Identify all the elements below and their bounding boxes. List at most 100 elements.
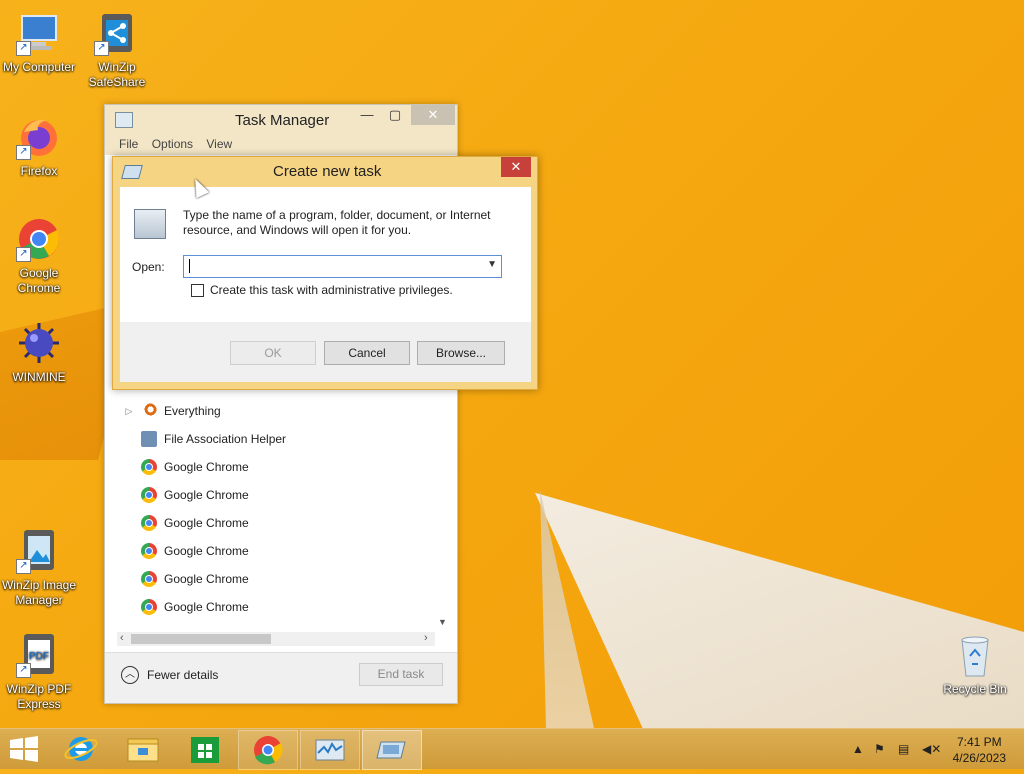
chrome-icon	[141, 599, 157, 615]
desktop-icon-winzip-pdf-express[interactable]: PDF ↗ WinZip PDF Express	[0, 632, 78, 712]
list-item[interactable]: Google Chrome	[117, 565, 447, 593]
show-hidden-icons-button[interactable]: ▲	[852, 742, 864, 756]
menu-bar: File Options View	[105, 133, 457, 155]
taskbar-store[interactable]	[176, 730, 234, 768]
scrollbar-thumb[interactable]	[131, 634, 271, 644]
app-name: Google Chrome	[164, 488, 249, 502]
start-button[interactable]	[0, 730, 58, 768]
list-item[interactable]: Google Chrome	[117, 453, 447, 481]
taskbar-file-explorer[interactable]	[114, 730, 172, 768]
pdf-icon: PDF ↗	[16, 632, 62, 678]
minimize-button[interactable]: —	[353, 105, 381, 125]
scroll-down-icon[interactable]: ▼	[438, 617, 447, 627]
chrome-icon	[141, 571, 157, 587]
winzip-image-icon: ↗	[16, 528, 62, 574]
app-name: Everything	[164, 404, 221, 418]
app-list: ▷ Everything File Association Helper Goo…	[117, 397, 447, 621]
chrome-icon	[141, 459, 157, 475]
cancel-button[interactable]: Cancel	[324, 341, 410, 365]
fewer-details-button[interactable]: ︿ Fewer details	[121, 666, 218, 684]
task-manager-icon	[115, 112, 133, 128]
dialog-body: Type the name of a program, folder, docu…	[120, 187, 531, 382]
app-name: Google Chrome	[164, 460, 249, 474]
dialog-description: Type the name of a program, folder, docu…	[183, 208, 491, 237]
open-label: Open:	[132, 260, 165, 274]
mine-icon	[16, 320, 62, 366]
desktop-icon-label: My Computer	[2, 60, 76, 74]
fewer-details-label: Fewer details	[147, 668, 219, 682]
checkbox-box[interactable]	[191, 283, 204, 297]
store-icon	[191, 737, 219, 763]
desktop-icon-google-chrome[interactable]: ↗ Google Chrome	[0, 216, 78, 296]
system-clock[interactable]: 7:41 PM 4/26/2023	[953, 734, 1006, 766]
list-item[interactable]: Google Chrome	[117, 481, 447, 509]
computer-icon: ↗	[16, 10, 62, 56]
list-item[interactable]: Google Chrome	[117, 593, 447, 621]
menu-options[interactable]: Options	[152, 137, 193, 151]
flag-icon[interactable]: ⚑	[874, 742, 885, 756]
file-explorer-icon	[127, 738, 159, 762]
firefox-icon: ↗	[16, 114, 62, 160]
desktop-icon-recycle-bin[interactable]: Recycle Bin	[936, 632, 1014, 697]
list-item[interactable]: ▷ Everything	[117, 397, 447, 425]
chevron-down-icon[interactable]: ▼	[487, 259, 497, 270]
desktop-icon-my-computer[interactable]: ↗ My Computer	[0, 10, 78, 75]
dialog-close-button[interactable]: ✕	[501, 157, 531, 177]
chevron-up-icon: ︿	[121, 666, 139, 684]
taskbar-task-manager[interactable]	[300, 730, 360, 770]
maximize-button[interactable]: ▢	[381, 105, 409, 125]
scroll-left-icon[interactable]: ‹	[120, 632, 124, 644]
admin-privileges-label: Create this task with administrative pri…	[210, 283, 453, 297]
dialog-titlebar[interactable]: Create new task ✕	[113, 157, 537, 183]
recycle-bin-icon	[952, 632, 998, 678]
desktop-icon-winzip-safeshare[interactable]: ↗ WinZip SafeShare	[78, 10, 156, 90]
expand-icon[interactable]: ▷	[117, 406, 141, 417]
task-manager-title: Task Manager	[235, 112, 330, 129]
desktop-icon-winmine[interactable]: WINMINE	[0, 320, 78, 385]
desktop-icon-label: WINMINE	[12, 370, 66, 384]
app-name: Google Chrome	[164, 544, 249, 558]
open-combobox[interactable]: ▼	[183, 255, 502, 278]
list-item[interactable]: Google Chrome	[117, 537, 447, 565]
clock-time: 7:41 PM	[956, 735, 1002, 749]
app-name: Google Chrome	[164, 600, 249, 614]
network-icon[interactable]: ▤	[898, 742, 909, 756]
chrome-icon	[254, 736, 283, 765]
close-button[interactable]: ✕	[411, 105, 455, 125]
chrome-icon	[141, 487, 157, 503]
ok-button[interactable]: OK	[230, 341, 316, 365]
desktop-icon-label: Google Chrome	[17, 266, 61, 295]
taskbar-create-new-task[interactable]	[362, 730, 422, 770]
browse-button[interactable]: Browse...	[417, 341, 505, 365]
taskbar-chrome[interactable]	[238, 730, 298, 770]
scroll-right-icon[interactable]: ›	[424, 632, 428, 644]
taskbar-internet-explorer[interactable]	[52, 730, 110, 768]
app-name: File Association Helper	[164, 432, 287, 446]
create-new-task-dialog[interactable]: Create new task ✕ Type the name of a pro…	[112, 156, 538, 390]
task-manager-titlebar[interactable]: Task Manager — ▢ ✕	[105, 105, 457, 133]
task-manager-icon	[315, 739, 345, 761]
menu-view[interactable]: View	[206, 137, 232, 151]
menu-file[interactable]: File	[119, 137, 138, 151]
run-icon	[121, 165, 143, 179]
dialog-title: Create new task	[273, 163, 382, 180]
taskbar: ▲ ⚑ ▤ ◀✕ 7:41 PM 4/26/2023	[0, 728, 1024, 770]
list-item[interactable]: File Association Helper	[117, 425, 447, 453]
desktop-icon-firefox[interactable]: ↗ Firefox	[0, 114, 78, 179]
horizontal-scrollbar[interactable]: ‹ ›	[117, 632, 435, 646]
desktop-icon-label: WinZip SafeShare	[88, 60, 146, 89]
desktop-icon-label: Recycle Bin	[943, 682, 1007, 696]
app-name: Google Chrome	[164, 572, 249, 586]
chrome-icon: ↗	[16, 216, 62, 262]
end-task-button[interactable]: End task	[359, 663, 443, 686]
desktop-icon-winzip-image-manager[interactable]: ↗ WinZip Image Manager	[0, 528, 78, 608]
admin-privileges-checkbox[interactable]: Create this task with administrative pri…	[191, 283, 453, 297]
chrome-icon	[141, 543, 157, 559]
clock-date: 4/26/2023	[952, 751, 1006, 765]
app-icon	[141, 431, 157, 447]
volume-muted-icon[interactable]: ◀✕	[922, 742, 941, 756]
desktop-icon-label: Firefox	[20, 164, 58, 178]
app-name: Google Chrome	[164, 516, 249, 530]
task-manager-footer: ︿ Fewer details End task	[105, 652, 457, 703]
list-item[interactable]: Google Chrome	[117, 509, 447, 537]
